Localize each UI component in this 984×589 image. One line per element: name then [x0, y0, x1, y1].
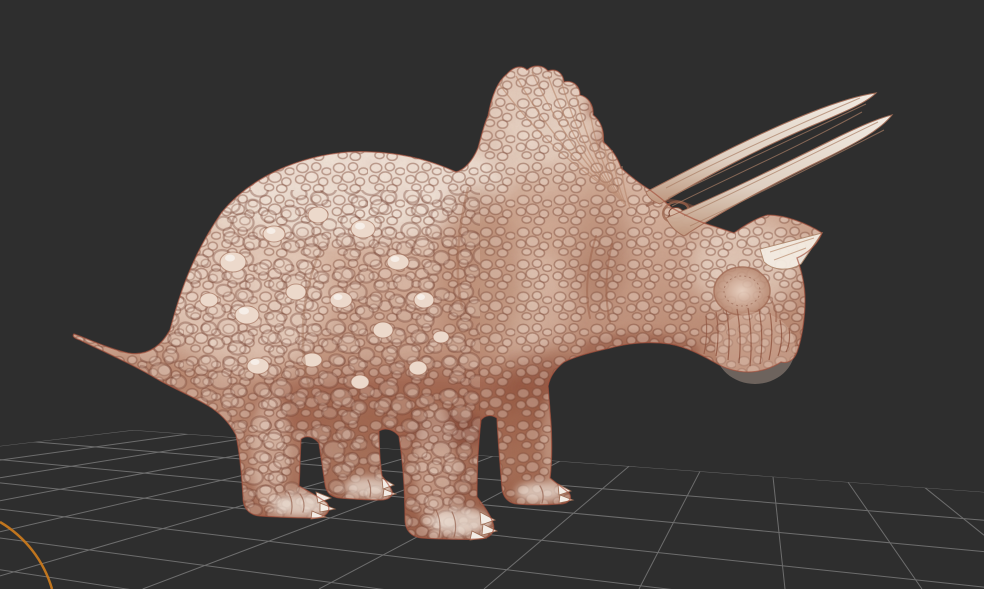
- viewport-window: [0, 0, 984, 589]
- cheek-boss: [714, 267, 770, 315]
- 3d-viewport[interactable]: [0, 0, 984, 589]
